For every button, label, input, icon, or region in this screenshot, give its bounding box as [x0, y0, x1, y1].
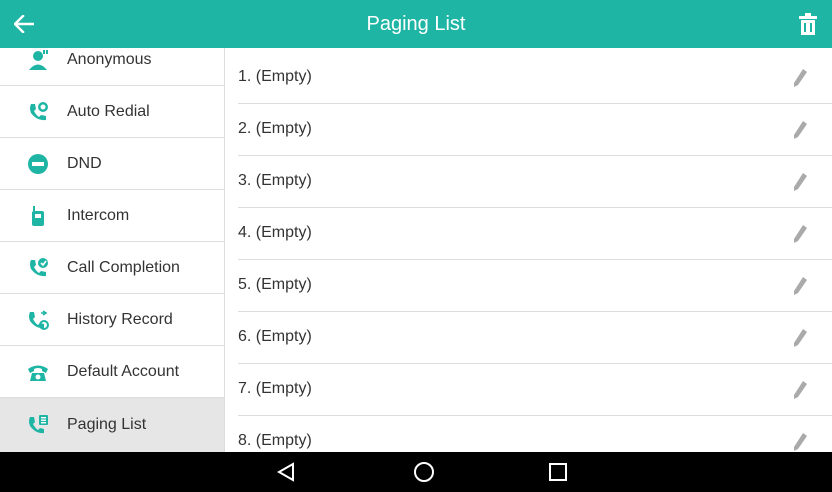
sidebar-item-default-account[interactable]: Default Account [0, 346, 224, 398]
nav-recents-button[interactable] [538, 452, 578, 492]
delete-all-button[interactable] [790, 6, 826, 42]
pencil-edit-icon[interactable] [786, 428, 814, 452]
trash-icon [799, 13, 817, 35]
list-item[interactable]: 3. (Empty) [238, 156, 832, 208]
sidebar-item-label: Call Completion [67, 258, 180, 276]
list-item-label: 5. (Empty) [238, 276, 312, 293]
call-completion-icon [27, 257, 49, 279]
pencil-edit-icon[interactable] [786, 324, 814, 352]
navigation-bar [0, 452, 832, 492]
back-triangle-icon [277, 462, 294, 482]
paging-list: 1. (Empty) 2. (Empty) 3. (Empty) 4. (Emp… [238, 48, 832, 452]
nav-home-button[interactable] [404, 452, 444, 492]
sidebar-item-auto-redial[interactable]: Auto Redial [0, 86, 224, 138]
home-circle-icon [414, 462, 434, 482]
list-item-label: 4. (Empty) [238, 224, 312, 241]
list-item-label: 6. (Empty) [238, 328, 312, 345]
recents-square-icon [549, 463, 567, 481]
do-not-disturb-icon [27, 153, 49, 175]
nav-back-button[interactable] [266, 452, 306, 492]
phone-redial-icon [27, 101, 49, 123]
sidebar-item-label: Intercom [67, 206, 130, 224]
list-item-label: 2. (Empty) [238, 120, 312, 137]
intercom-icon [27, 205, 49, 227]
sidebar-item-label: Auto Redial [67, 102, 150, 120]
feature-sidebar: Anonymous Auto Redial DND Intercom Call … [0, 48, 225, 452]
sidebar-item-label: Default Account [67, 362, 180, 380]
list-item[interactable]: 7. (Empty) [238, 364, 832, 416]
sidebar-item-label: Anonymous [67, 50, 152, 68]
sidebar-item-label: History Record [67, 310, 173, 328]
telephone-icon [27, 361, 49, 383]
sidebar-item-paging-list[interactable]: Paging List [0, 398, 224, 452]
sidebar-item-label: DND [67, 154, 102, 172]
sidebar-item-anonymous[interactable]: Anonymous [0, 48, 224, 86]
pencil-edit-icon[interactable] [786, 116, 814, 144]
list-item[interactable]: 8. (Empty) [238, 416, 832, 452]
pencil-edit-icon[interactable] [786, 376, 814, 404]
sidebar-item-call-completion[interactable]: Call Completion [0, 242, 224, 294]
arrow-left-icon [14, 15, 34, 33]
page-title: Paging List [366, 13, 466, 35]
list-item[interactable]: 4. (Empty) [238, 208, 832, 260]
title-bar: Paging List [0, 0, 832, 48]
sidebar-item-intercom[interactable]: Intercom [0, 190, 224, 242]
pencil-edit-icon[interactable] [786, 64, 814, 92]
pencil-edit-icon[interactable] [786, 272, 814, 300]
list-item[interactable]: 5. (Empty) [238, 260, 832, 312]
list-item-label: 1. (Empty) [238, 68, 312, 85]
list-item-label: 7. (Empty) [238, 380, 312, 397]
sidebar-item-dnd[interactable]: DND [0, 138, 224, 190]
sidebar-item-label: Paging List [67, 416, 147, 433]
pencil-edit-icon[interactable] [786, 220, 814, 248]
back-button[interactable] [6, 6, 42, 42]
paging-list-icon [27, 414, 49, 436]
sidebar-item-history-record[interactable]: History Record [0, 294, 224, 346]
pencil-edit-icon[interactable] [786, 168, 814, 196]
list-item[interactable]: 6. (Empty) [238, 312, 832, 364]
anonymous-user-icon [27, 49, 49, 71]
list-item-label: 3. (Empty) [238, 172, 312, 189]
history-record-icon [27, 309, 49, 331]
list-item[interactable]: 1. (Empty) [238, 52, 832, 104]
list-item[interactable]: 2. (Empty) [238, 104, 832, 156]
list-item-label: 8. (Empty) [238, 432, 312, 449]
